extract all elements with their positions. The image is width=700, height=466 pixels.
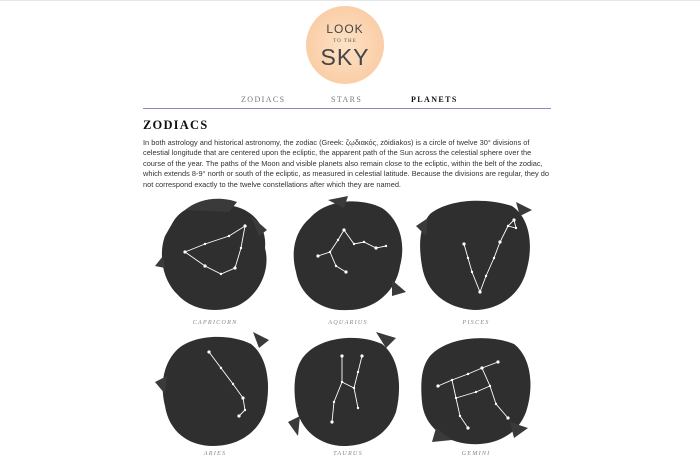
zodiac-card-aquarius[interactable]: AQUARIUS — [288, 196, 408, 326]
nav-item-planets[interactable]: PLANETS — [411, 95, 458, 104]
intro-paragraph: In both astrology and historical astrono… — [143, 138, 549, 189]
zodiac-caption-pisces: PISCES — [462, 319, 490, 326]
logo-line-sky: SKY — [320, 44, 370, 70]
zodiac-card-pisces[interactable]: PISCES — [416, 196, 536, 326]
nav-divider — [143, 108, 551, 109]
aries-constellation-icon — [155, 332, 269, 446]
pisces-constellation-icon — [416, 200, 532, 310]
zodiac-card-taurus[interactable]: TAURUS — [288, 332, 408, 457]
logo-line-look: LOOK — [326, 22, 364, 36]
main-nav: ZODIACS STARS PLANETS — [143, 92, 551, 108]
nav-item-zodiacs[interactable]: ZODIACS — [241, 95, 285, 104]
nav-item-stars[interactable]: STARS — [331, 95, 362, 104]
zodiac-card-capricorn[interactable]: CAPRICORN — [155, 196, 275, 326]
site-logo[interactable]: LOOK TO THE SKY — [306, 6, 384, 84]
taurus-constellation-icon — [288, 332, 400, 446]
zodiac-card-gemini[interactable]: GEMINI — [416, 332, 536, 457]
zodiac-caption-capricorn: CAPRICORN — [192, 319, 238, 326]
zodiac-caption-taurus: TAURUS — [333, 450, 363, 457]
capricorn-constellation-icon — [155, 198, 267, 310]
zodiac-caption-aquarius: AQUARIUS — [328, 319, 368, 326]
top-border — [0, 0, 700, 1]
gemini-constellation-icon — [421, 338, 531, 445]
zodiac-caption-aries: ARIES — [203, 450, 227, 457]
page: LOOK TO THE SKY ZODIACS STARS PLANETS ZO… — [0, 0, 700, 466]
aquarius-constellation-icon — [293, 196, 406, 311]
page-title: ZODIACS — [143, 118, 209, 132]
zodiac-caption-gemini: GEMINI — [461, 450, 491, 457]
zodiac-card-aries[interactable]: ARIES — [155, 332, 275, 457]
